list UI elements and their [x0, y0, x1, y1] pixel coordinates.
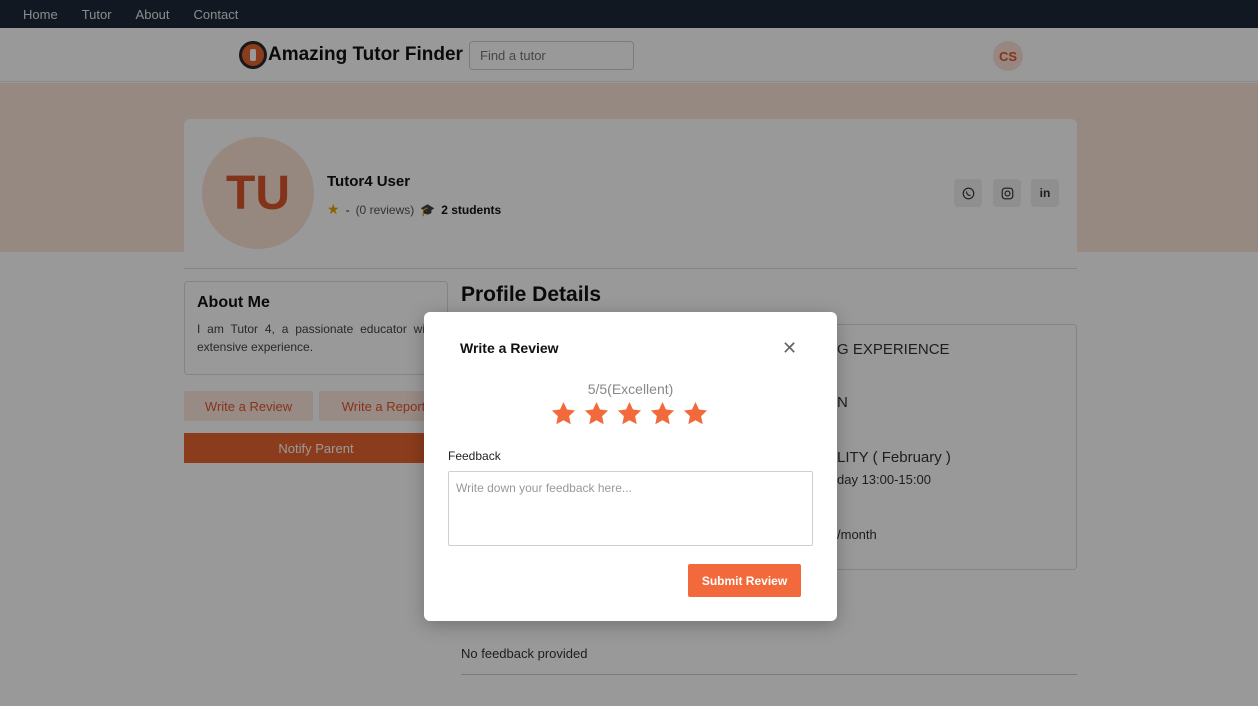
rating-text: 5/5(Excellent) — [587, 381, 674, 397]
star-icon[interactable] — [649, 400, 676, 427]
star-icon[interactable] — [682, 400, 709, 427]
star-icon[interactable] — [616, 400, 643, 427]
modal-title: Write a Review — [460, 340, 559, 356]
review-modal: Write a Review ✕ 5/5(Excellent) Feedback… — [424, 312, 837, 621]
star-rating — [550, 400, 709, 427]
feedback-textarea[interactable] — [448, 471, 813, 546]
star-icon[interactable] — [583, 400, 610, 427]
close-icon[interactable]: ✕ — [782, 338, 797, 359]
star-icon[interactable] — [550, 400, 577, 427]
feedback-label: Feedback — [448, 449, 501, 463]
submit-review-button[interactable]: Submit Review — [688, 564, 801, 597]
